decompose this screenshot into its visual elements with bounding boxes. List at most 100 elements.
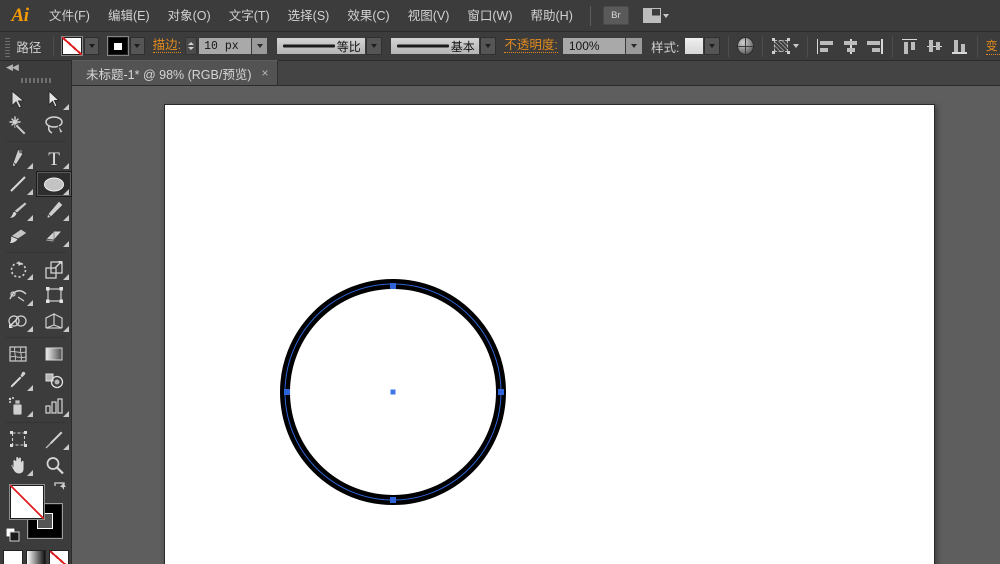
stroke-profile-select[interactable]: 等比 xyxy=(276,37,365,55)
rotate-tool[interactable] xyxy=(0,256,36,282)
tools-panel-grip[interactable] xyxy=(0,74,71,86)
bridge-button[interactable]: Br xyxy=(603,6,629,25)
menu-object[interactable]: 对象(O) xyxy=(159,5,220,27)
menu-effect[interactable]: 效果(C) xyxy=(338,5,398,27)
graphic-style-dropdown-button[interactable] xyxy=(704,37,721,55)
align-right-icon[interactable] xyxy=(866,38,883,55)
pen-tool[interactable] xyxy=(0,145,36,171)
default-fill-stroke-icon[interactable] xyxy=(6,528,20,542)
ellipse-tool[interactable] xyxy=(36,171,72,197)
fill-dropdown-button[interactable] xyxy=(84,37,99,55)
swap-fill-stroke-icon[interactable] xyxy=(54,482,66,494)
blend-tool[interactable] xyxy=(36,367,72,393)
stepper-up-icon xyxy=(188,42,194,45)
scale-tool[interactable] xyxy=(36,256,72,282)
stroke-weight-dropdown-button[interactable] xyxy=(252,37,268,55)
menu-select[interactable]: 选择(S) xyxy=(279,5,339,27)
control-bar-grip[interactable] xyxy=(4,36,10,57)
stroke-weight-input[interactable]: 10 px xyxy=(198,37,252,55)
recolor-artwork-icon[interactable] xyxy=(737,37,754,55)
canvas-area[interactable] xyxy=(72,86,1000,564)
align-left-icon[interactable] xyxy=(816,38,833,55)
fill-swatch-group[interactable] xyxy=(62,37,99,55)
column-graph-tool[interactable] xyxy=(36,393,72,419)
arrange-documents-button[interactable] xyxy=(643,8,669,23)
slice-tool[interactable] xyxy=(36,426,72,452)
shape-builder-icon xyxy=(8,312,28,330)
menu-file[interactable]: 文件(F) xyxy=(40,5,99,27)
center-point xyxy=(391,390,396,395)
anchor-point-bottom xyxy=(390,497,396,503)
document-tab[interactable]: 未标题-1* @ 98% (RGB/预览) × xyxy=(72,60,278,85)
width-tool[interactable] xyxy=(0,282,36,308)
gradient-mode-button[interactable] xyxy=(26,550,46,564)
align-horizontal-center-icon[interactable] xyxy=(841,38,858,55)
menu-view[interactable]: 视图(V) xyxy=(399,5,459,27)
free-transform-tool[interactable] xyxy=(36,282,72,308)
flyout-triangle-icon xyxy=(27,411,33,417)
flyout-triangle-icon xyxy=(27,470,33,476)
transform-button[interactable] xyxy=(771,38,799,54)
control-divider-4 xyxy=(807,36,808,57)
width-warp-icon xyxy=(8,286,28,304)
stroke-profile-dropdown-button[interactable] xyxy=(366,37,383,55)
brush-definition-value: 基本 xyxy=(451,38,475,55)
menu-help[interactable]: 帮助(H) xyxy=(522,5,582,27)
flyout-triangle-icon xyxy=(63,411,69,417)
eraser-icon xyxy=(44,228,64,245)
fill-color-swatch[interactable] xyxy=(10,485,44,519)
magic-wand-tool[interactable] xyxy=(0,112,36,138)
paintbrush-icon xyxy=(8,200,28,220)
align-vertical-center-icon[interactable] xyxy=(926,38,943,55)
hand-tool[interactable] xyxy=(0,452,36,478)
style-label: 样式: xyxy=(651,37,679,56)
selection-tool[interactable] xyxy=(0,86,36,112)
opacity-label[interactable]: 不透明度: xyxy=(504,39,557,53)
brush-definition-select[interactable]: 基本 xyxy=(390,37,479,55)
color-mode-button[interactable] xyxy=(3,550,23,564)
opacity-dropdown-button[interactable] xyxy=(626,37,642,55)
paintbrush-tool[interactable] xyxy=(0,197,36,223)
perspective-grid-tool[interactable] xyxy=(36,308,72,334)
pencil-tool[interactable] xyxy=(36,197,72,223)
fill-swatch[interactable] xyxy=(62,37,82,55)
brush-definition-dropdown-button[interactable] xyxy=(480,37,497,55)
control-overflow-label[interactable]: 变 xyxy=(986,37,1000,55)
align-top-icon[interactable] xyxy=(901,38,918,55)
eraser-tool[interactable] xyxy=(36,223,72,249)
stroke-profile-preview-icon xyxy=(283,45,335,48)
artboard-tool[interactable] xyxy=(0,426,36,452)
flyout-triangle-icon xyxy=(63,215,69,221)
graphic-style-swatch[interactable] xyxy=(684,37,704,55)
tools-panel-collapse-button[interactable]: ◀◀ xyxy=(0,61,71,74)
lasso-tool[interactable] xyxy=(36,112,72,138)
type-tool[interactable]: T xyxy=(36,145,72,171)
menu-edit[interactable]: 编辑(E) xyxy=(99,5,159,27)
align-bottom-icon[interactable] xyxy=(951,38,968,55)
line-segment-tool[interactable] xyxy=(0,171,36,197)
control-divider-6 xyxy=(977,36,978,57)
stroke-swatch[interactable] xyxy=(108,37,128,55)
bar-graph-icon xyxy=(44,397,64,415)
stroke-weight-stepper[interactable] xyxy=(185,37,197,55)
menu-window[interactable]: 窗口(W) xyxy=(458,5,521,27)
line-icon xyxy=(9,175,27,193)
none-mode-button[interactable] xyxy=(49,550,69,564)
stroke-swatch-group[interactable] xyxy=(108,37,145,55)
stroke-dropdown-button[interactable] xyxy=(130,37,145,55)
shape-builder-tool[interactable] xyxy=(0,308,36,334)
control-divider-3 xyxy=(762,36,763,57)
symbol-sprayer-tool[interactable] xyxy=(0,393,36,419)
zoom-tool[interactable] xyxy=(36,452,72,478)
arrow-white-icon xyxy=(48,90,61,108)
eyedropper-tool[interactable] xyxy=(0,367,36,393)
direct-selection-tool[interactable] xyxy=(36,86,72,112)
gradient-tool[interactable] xyxy=(36,341,72,367)
menu-type[interactable]: 文字(T) xyxy=(220,5,279,27)
close-icon[interactable]: × xyxy=(262,67,269,79)
stroke-weight-label[interactable]: 描边: xyxy=(153,39,181,53)
app-logo: Ai xyxy=(0,0,40,32)
mesh-tool[interactable] xyxy=(0,341,36,367)
opacity-input[interactable]: 100% xyxy=(562,37,627,55)
blob-brush-tool[interactable] xyxy=(0,223,36,249)
